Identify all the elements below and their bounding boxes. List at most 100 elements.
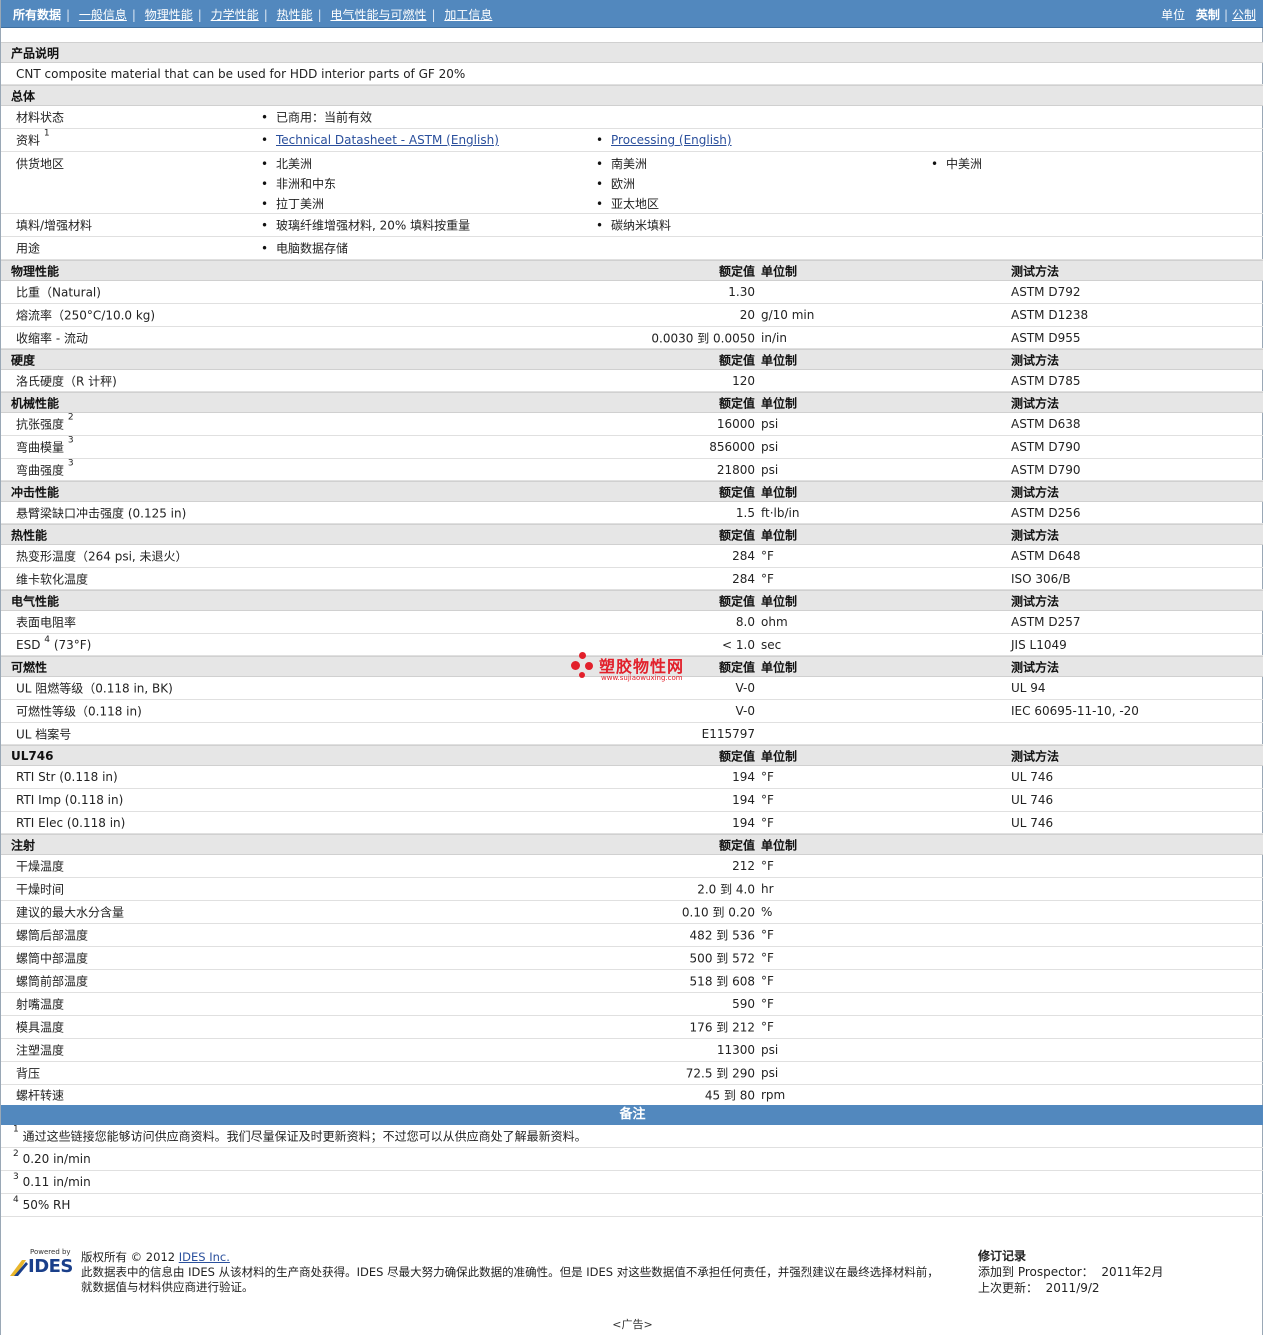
property-label: 悬臂梁缺口冲击强度 (0.125 in) [16, 506, 187, 520]
product-description-text: CNT composite material that can be used … [16, 66, 466, 81]
watermark-url: www.sujiaowuxing.com [601, 674, 683, 682]
property-value: 482 到 536 [689, 928, 755, 943]
property-row: 悬臂梁缺口冲击强度 (0.125 in) 1.5 ft·lb/in ASTM D… [1, 502, 1263, 524]
region-item: 北美洲 [261, 155, 312, 172]
property-value: 176 到 212 [689, 1020, 755, 1035]
property-label: 射嘴温度 [16, 997, 65, 1012]
tab-thermal[interactable]: 热性能 [273, 8, 317, 22]
advertisement-label: <广告> [612, 1318, 653, 1331]
property-label: 热变形温度（264 psi, 未退火） [16, 549, 188, 564]
footer: Powered by IDES 版权所有 © 2012 IDES Inc. 此数… [1, 1240, 1263, 1300]
section-title: 物理性能 [11, 264, 60, 278]
property-unit: ft·lb/in [761, 505, 800, 520]
row-label: 资料 1 [16, 128, 50, 148]
ides-logo: Powered by IDES [8, 1248, 73, 1278]
datasheet-page: 所有数据 | 一般信息 | 物理性能 | 力学性能 | 热性能 | 电气性能与可燃性 | 加… [0, 0, 1263, 1335]
property-value: E115797 [701, 726, 755, 741]
material-status-value: 已商用：当前有效 [261, 109, 372, 126]
property-value: 856000 [709, 440, 755, 454]
section-mechanical: 机械性能 额定值 单位制 测试方法 [1, 392, 1263, 413]
property-row: 建议的最大水分含量 0.10 到 0.20 % [1, 901, 1263, 924]
col-header-value: 额定值 [718, 396, 755, 410]
property-label: 螺筒中部温度 [16, 951, 89, 966]
property-label: 收缩率 - 流动 [16, 331, 88, 345]
property-row: 可燃性等级（0.118 in) V-0 IEC 60695-11-10, -20 [1, 700, 1263, 723]
property-test-method: ASTM D785 [1011, 373, 1081, 388]
property-value: 21800 [716, 462, 755, 477]
property-value: 194 [732, 815, 755, 830]
unit-metric[interactable]: 公制 [1229, 8, 1256, 22]
property-test-method: ASTM D792 [1011, 285, 1081, 299]
property-unit: °F [761, 1020, 774, 1034]
unit-label: 单位 [1161, 8, 1186, 22]
property-test-method: ASTM D955 [1011, 330, 1081, 345]
region-item: 亚太地区 [596, 195, 659, 212]
tab-mechanical[interactable]: 力学性能 [207, 8, 263, 22]
property-label: 弯曲模量 3 [16, 435, 74, 455]
section-title: 冲击性能 [11, 485, 60, 499]
note-text: 4 50% RH [13, 1195, 71, 1212]
powered-by-text: Powered by [30, 1248, 71, 1256]
note-text: 3 0.11 in/min [13, 1172, 91, 1189]
col-header-value: 额定值 [718, 749, 755, 763]
ides-link[interactable]: IDES Inc. [179, 1250, 230, 1264]
section-ul746: UL746 额定值 单位制 测试方法 [1, 745, 1263, 766]
property-row: 比重（Natural) 1.30 ASTM D792 [1, 281, 1263, 304]
region-item: 中美洲 [931, 155, 982, 172]
property-value: 45 到 80 [704, 1088, 755, 1103]
note-row: 2 0.20 in/min [1, 1148, 1263, 1171]
property-test-method: UL 746 [1011, 770, 1054, 784]
col-header-unit: 单位制 [761, 353, 798, 367]
revision-history: 修订记录 添加到 Prospector： 2011年2月 上次更新： 2011/… [978, 1248, 1164, 1296]
tab-physical[interactable]: 物理性能 [141, 8, 197, 22]
property-label: 注塑温度 [16, 1043, 65, 1058]
property-unit: in/in [761, 330, 787, 345]
section-tabs: 所有数据 | 一般信息 | 物理性能 | 力学性能 | 热性能 | 电气性能与可燃性 | 加… [9, 6, 496, 23]
region-item: 南美洲 [596, 155, 647, 172]
note-text: 2 0.20 in/min [13, 1149, 91, 1166]
property-unit: hr [761, 882, 774, 896]
property-value: < 1.0 [722, 637, 755, 652]
property-label: 抗张强度 2 [16, 412, 74, 432]
property-row: 干燥温度 212 °F [1, 855, 1263, 878]
col-header-unit: 单位制 [761, 660, 798, 674]
ides-logo-text: IDES [28, 1256, 73, 1277]
property-row: RTI Str (0.118 in) 194 °F UL 746 [1, 766, 1263, 789]
property-unit: ohm [761, 615, 788, 629]
property-test-method: JIS L1049 [1011, 637, 1067, 652]
property-value: 518 到 608 [689, 974, 755, 989]
section-product-description: 产品说明 [1, 42, 1263, 63]
property-row: 螺筒后部温度 482 到 536 °F [1, 924, 1263, 947]
section-title: 机械性能 [11, 396, 60, 410]
tab-electrical-flammability[interactable]: 电气性能与可燃性 [326, 8, 430, 22]
property-value: 16000 [716, 417, 755, 431]
property-label: 螺杆转速 [16, 1088, 65, 1103]
property-value: 1.30 [728, 285, 755, 299]
property-row: 干燥时间 2.0 到 4.0 hr [1, 878, 1263, 901]
col-header-value: 额定值 [718, 485, 755, 499]
property-unit: °F [761, 997, 774, 1011]
filler-item: 玻璃纤维增强材料, 20% 填料按重量 [261, 217, 470, 234]
tab-all-data[interactable]: 所有数据 [9, 8, 65, 22]
note-row: 4 50% RH [1, 1194, 1263, 1217]
tab-general-info[interactable]: 一般信息 [75, 8, 131, 22]
row-label: 填料/增强材料 [16, 218, 93, 233]
section-physical: 物理性能 额定值 单位制 测试方法 [1, 260, 1263, 281]
section-title: UL746 [11, 748, 54, 763]
note-row: 1 通过这些链接您能够访问供应商资料。我们尽量保证及时更新资料；不过您可以从供应… [1, 1125, 1263, 1148]
property-value: 20 [739, 308, 755, 322]
technical-datasheet-link[interactable]: Technical Datasheet - ASTM (English) [276, 133, 499, 147]
property-row: 收缩率 - 流动 0.0030 到 0.0050 in/in ASTM D955 [1, 327, 1263, 349]
unit-imperial[interactable]: 英制 [1193, 8, 1223, 22]
property-unit: psi [761, 1066, 779, 1080]
property-value: 500 到 572 [689, 951, 755, 966]
disclaimer-line-1: 此数据表中的信息由 IDES 从该材料的生产商处获得。IDES 尽最大努力确保此… [81, 1265, 939, 1279]
property-row: 射嘴温度 590 °F [1, 993, 1263, 1016]
property-row: 螺筒前部温度 518 到 608 °F [1, 970, 1263, 993]
property-unit: psi [761, 440, 779, 454]
property-row: 熔流率（250°C/10.0 kg) 20 g/10 min ASTM D123… [1, 304, 1263, 327]
note-text: 1 通过这些链接您能够访问供应商资料。我们尽量保证及时更新资料；不过您可以从供应… [13, 1124, 587, 1144]
section-thermal: 热性能 额定值 单位制 测试方法 [1, 524, 1263, 545]
tab-processing[interactable]: 加工信息 [440, 8, 496, 22]
processing-link[interactable]: Processing (English) [611, 133, 732, 147]
